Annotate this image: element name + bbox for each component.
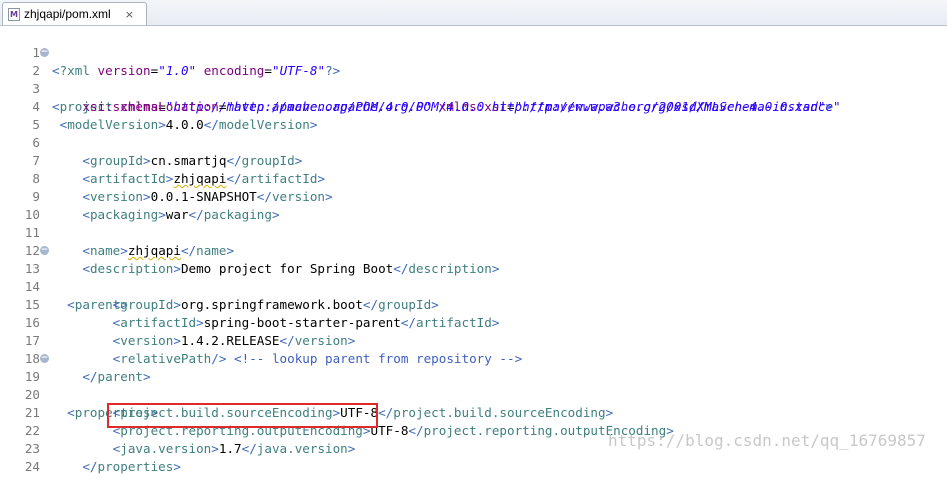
fold-collapse-icon[interactable]: −	[40, 354, 49, 363]
code-line: 17 <relativePath/> <!-- lookup parent fr…	[0, 314, 947, 366]
watermark: https://blog.csdn.net/qq_16769857	[608, 431, 926, 450]
code-editor[interactable]: 1 <?xml version="1.0" encoding="UTF-8"?>…	[0, 26, 947, 474]
code-line: 15 <artifactId>spring-boot-starter-paren…	[0, 278, 947, 330]
fold-collapse-icon[interactable]: −	[40, 246, 49, 255]
code-line: 11 <name>zhjqapi</name>	[0, 206, 947, 258]
code-line: 16 <version>1.4.2.RELEASE</version>	[0, 296, 947, 348]
code-line: 18 </parent>	[0, 332, 947, 384]
code-line: 8 <version>0.0.1-SNAPSHOT</version>	[0, 152, 947, 204]
code-line: 13 − <parent>	[0, 242, 947, 313]
code-line: 20 <project.build.sourceEncoding>UTF-8</…	[0, 368, 947, 420]
code-line: 2 − <project xmlns="http://maven.apache.…	[0, 44, 947, 115]
tab-title: zhjqapi/pom.xml	[24, 7, 111, 21]
code-line: 10	[0, 188, 947, 222]
code-line: 21 <project.reporting.outputEncoding>UTF…	[0, 386, 947, 438]
code-line: 19 − <properties>	[0, 350, 947, 421]
java-version-highlight-box	[107, 403, 378, 428]
code-line: 4 <modelVersion>4.0.0</modelVersion>	[0, 80, 947, 132]
close-icon[interactable]: ×	[125, 8, 134, 21]
code-line: 12 <description>Demo project for Spring …	[0, 224, 947, 276]
fold-collapse-icon[interactable]: −	[40, 48, 49, 57]
code-line: 7 <artifactId>zhjqapi</artifactId>	[0, 134, 947, 186]
code-line: 14 <groupId>org.springframework.boot</gr…	[0, 260, 947, 312]
xml-file-icon: M	[8, 7, 20, 21]
code-line: 9 <packaging>war</packaging>	[0, 170, 947, 222]
editor-tab-bar: M zhjqapi/pom.xml ×	[0, 0, 947, 26]
code-line: 3 xsi:schemaLocation="http://maven.apach…	[0, 62, 947, 114]
code-line: 5	[0, 98, 947, 132]
code-line: 6 <groupId>cn.smartjq</groupId>	[0, 116, 947, 168]
tab-pom-xml[interactable]: M zhjqapi/pom.xml ×	[2, 2, 147, 25]
code-line: 1 <?xml version="1.0" encoding="UTF-8"?>	[0, 26, 947, 78]
